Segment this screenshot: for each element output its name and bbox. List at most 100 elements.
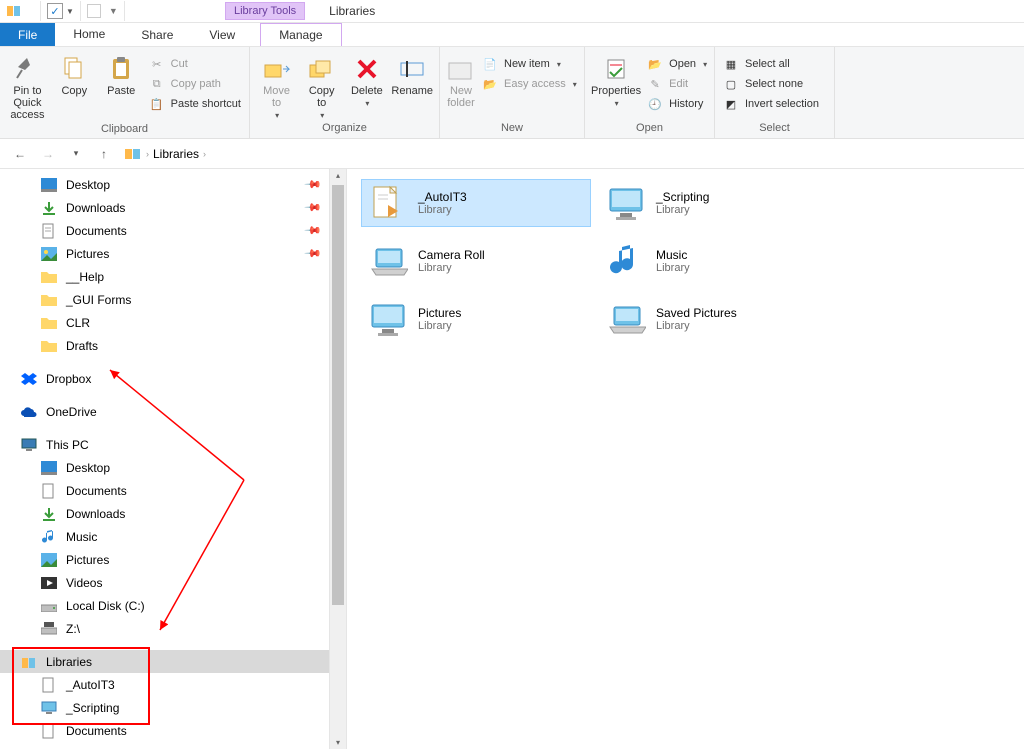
tab-manage[interactable]: Manage bbox=[260, 23, 341, 46]
nav-recent-dropdown[interactable]: ▾ bbox=[64, 142, 88, 166]
shortcut-icon: 📋 bbox=[149, 96, 165, 112]
doc-icon bbox=[368, 183, 408, 223]
qat-blank-icon[interactable] bbox=[87, 4, 101, 18]
tab-home[interactable]: Home bbox=[55, 23, 123, 46]
tree-pc-downloads[interactable]: Downloads bbox=[0, 502, 346, 525]
move-to-button[interactable]: Move to▾ bbox=[256, 51, 297, 120]
rename-button[interactable]: Rename bbox=[391, 51, 433, 97]
tree-thispc[interactable]: This PC bbox=[0, 433, 346, 456]
tree-gui[interactable]: _GUI Forms bbox=[0, 288, 346, 311]
item-subtitle: Library bbox=[656, 320, 737, 332]
tab-share[interactable]: Share bbox=[123, 23, 191, 46]
breadcrumb[interactable]: › Libraries › bbox=[120, 142, 210, 166]
titlebar: ✓ ▼ ▼ Library Tools Libraries bbox=[0, 0, 1024, 23]
tree-onedrive[interactable]: OneDrive bbox=[0, 400, 346, 423]
library-item[interactable]: Camera Roll Library bbox=[361, 237, 591, 285]
nav-forward-button[interactable]: → bbox=[36, 142, 60, 166]
item-name: Camera Roll bbox=[418, 248, 485, 262]
pictures-icon bbox=[40, 245, 58, 263]
tree-pc-music[interactable]: Music bbox=[0, 525, 346, 548]
select-all-button[interactable]: ▦Select all bbox=[721, 55, 821, 73]
address-bar-row: ← → ▾ ↑ › Libraries › bbox=[0, 139, 1024, 169]
tab-view[interactable]: View bbox=[191, 23, 253, 46]
nav-up-button[interactable]: ↑ bbox=[92, 142, 116, 166]
tree-lib-scripting[interactable]: _Scripting bbox=[0, 696, 346, 719]
qat-dropdown-icon[interactable]: ▼ bbox=[66, 7, 74, 16]
library-item[interactable]: Saved Pictures Library bbox=[599, 295, 829, 343]
invert-selection-button[interactable]: ◩Invert selection bbox=[721, 95, 821, 113]
laptop-icon bbox=[606, 299, 646, 339]
item-name: Music bbox=[656, 248, 690, 262]
copy-to-button[interactable]: Copy to▾ bbox=[301, 51, 342, 120]
copy-path-button[interactable]: ⧉Copy path bbox=[147, 75, 243, 93]
group-organize-label: Organize bbox=[256, 120, 433, 136]
library-item[interactable]: _Scripting Library bbox=[599, 179, 829, 227]
new-item-button[interactable]: 📄New item▾ bbox=[480, 55, 579, 73]
pin-quick-access-button[interactable]: Pin to Quick access bbox=[6, 51, 49, 121]
tree-pc-desktop[interactable]: Desktop bbox=[0, 456, 346, 479]
tree-help[interactable]: __Help bbox=[0, 265, 346, 288]
scissors-icon: ✂ bbox=[149, 56, 165, 72]
folder-icon bbox=[40, 291, 58, 309]
navigation-pane: Desktop📌 Downloads📌 Documents📌 Pictures📌… bbox=[0, 169, 346, 749]
library-monitor-icon bbox=[40, 699, 58, 717]
tree-pc-pictures[interactable]: Pictures bbox=[0, 548, 346, 571]
breadcrumb-libraries[interactable]: Libraries bbox=[153, 147, 199, 161]
tree-pc-documents[interactable]: Documents bbox=[0, 479, 346, 502]
desktop-icon bbox=[40, 176, 58, 194]
pin-icon: 📌 bbox=[304, 175, 323, 194]
properties-button[interactable]: Properties▾ bbox=[591, 51, 641, 108]
tree-documents[interactable]: Documents📌 bbox=[0, 219, 346, 242]
library-item[interactable]: _AutoIT3 Library bbox=[361, 179, 591, 227]
group-select-label: Select bbox=[721, 120, 828, 136]
nav-back-button[interactable]: ← bbox=[8, 142, 32, 166]
open-button[interactable]: 📂Open▾ bbox=[645, 55, 709, 73]
tree-scrollbar[interactable]: ▴ ▾ bbox=[329, 169, 346, 749]
edit-button[interactable]: ✎Edit bbox=[645, 75, 709, 93]
tree-clr[interactable]: CLR bbox=[0, 311, 346, 334]
documents-icon bbox=[40, 222, 58, 240]
new-item-icon: 📄 bbox=[482, 56, 498, 72]
qat-check-icon[interactable]: ✓ bbox=[47, 3, 63, 19]
tree-lib-autoit[interactable]: _AutoIT3 bbox=[0, 673, 346, 696]
pin-icon: 📌 bbox=[304, 244, 323, 263]
tree-desktop[interactable]: Desktop📌 bbox=[0, 173, 346, 196]
ribbon-tabs: File Home Share View Manage bbox=[0, 23, 1024, 47]
libraries-icon bbox=[124, 145, 142, 163]
tree-dropbox[interactable]: Dropbox bbox=[0, 367, 346, 390]
laptop-icon bbox=[368, 241, 408, 281]
library-item[interactable]: Music Library bbox=[599, 237, 829, 285]
scrollbar-thumb[interactable] bbox=[332, 185, 344, 605]
netdrive-icon bbox=[40, 620, 58, 638]
select-none-button[interactable]: ▢Select none bbox=[721, 75, 821, 93]
invert-icon: ◩ bbox=[723, 96, 739, 112]
tab-file[interactable]: File bbox=[0, 23, 55, 46]
tree-drafts[interactable]: Drafts bbox=[0, 334, 346, 357]
item-subtitle: Library bbox=[418, 262, 485, 274]
main-area: Desktop📌 Downloads📌 Documents📌 Pictures📌… bbox=[0, 169, 1024, 749]
tree-pc-z[interactable]: Z:\ bbox=[0, 617, 346, 640]
new-folder-button[interactable]: New folder bbox=[446, 51, 476, 109]
content-pane[interactable]: _AutoIT3 Library _Scripting Library Came… bbox=[347, 169, 1024, 749]
copy-button[interactable]: Copy bbox=[53, 51, 96, 97]
group-new-label: New bbox=[446, 120, 578, 136]
open-icon: 📂 bbox=[647, 56, 663, 72]
tree-pc-videos[interactable]: Videos bbox=[0, 571, 346, 594]
new-folder-icon bbox=[446, 55, 476, 83]
tree-pictures[interactable]: Pictures📌 bbox=[0, 242, 346, 265]
tree-pc-localc[interactable]: Local Disk (C:) bbox=[0, 594, 346, 617]
paste-button[interactable]: Paste bbox=[100, 51, 143, 97]
tree-lib-documents[interactable]: Documents bbox=[0, 719, 346, 742]
library-item[interactable]: Pictures Library bbox=[361, 295, 591, 343]
monitor-icon bbox=[606, 183, 646, 223]
history-button[interactable]: 🕘History bbox=[645, 95, 709, 113]
delete-button[interactable]: Delete▾ bbox=[346, 51, 387, 108]
item-name: _AutoIT3 bbox=[418, 190, 467, 204]
easy-access-button[interactable]: 📂Easy access▾ bbox=[480, 75, 579, 93]
tree-downloads[interactable]: Downloads📌 bbox=[0, 196, 346, 219]
item-name: Pictures bbox=[418, 306, 461, 320]
app-icon bbox=[6, 3, 22, 19]
cut-button[interactable]: ✂Cut bbox=[147, 55, 243, 73]
tree-libraries[interactable]: Libraries bbox=[0, 650, 346, 673]
paste-shortcut-button[interactable]: 📋Paste shortcut bbox=[147, 95, 243, 113]
